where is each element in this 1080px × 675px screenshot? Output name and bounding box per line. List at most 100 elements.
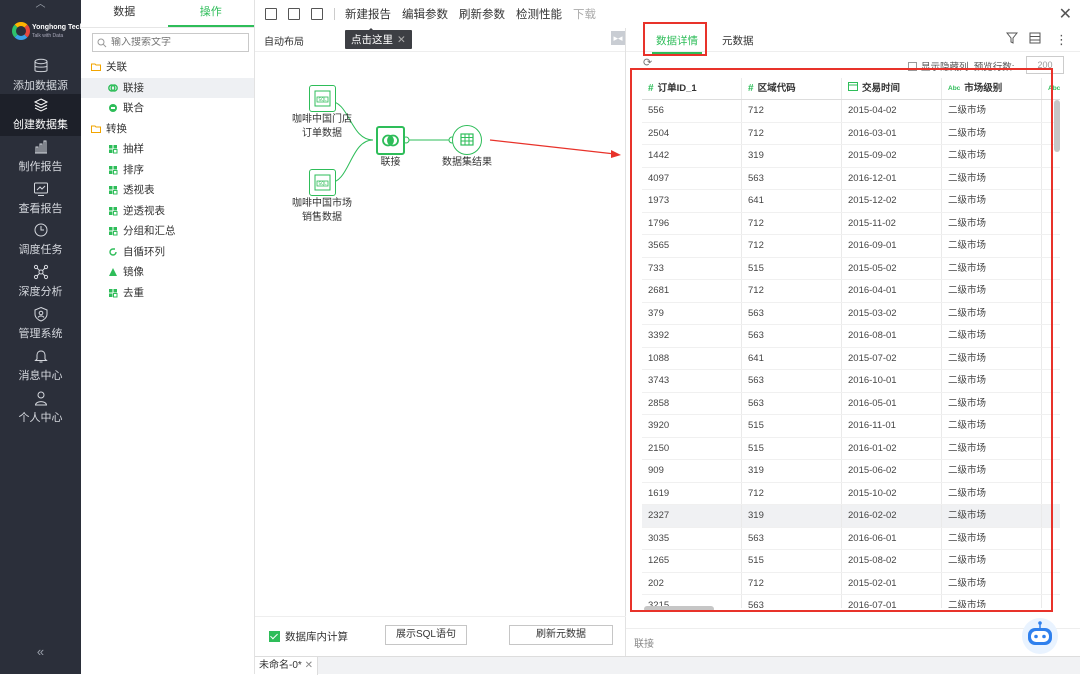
rail-item-bell[interactable]: 消息中心 [0,345,81,387]
assistant-bot-icon[interactable] [1017,616,1063,656]
flow-canvas: 自动布局 点击这里 ✕ ▸◂ SQL 咖啡中国门店 订单数据 SQL 咖啡中国市场… [255,28,626,656]
download-button[interactable]: 下载 [573,6,596,22]
tree-item-mirror[interactable]: 镜像 [81,262,254,283]
brand-logo: Yonghong Tech Talk with Data [10,20,84,48]
result-node[interactable]: 数据集结果 [441,125,493,169]
tree-item-label: 去重 [123,286,144,299]
folder-icon [91,125,101,133]
tree-item-self-loop[interactable]: 自循环列 [81,242,254,263]
rail-item-label: 管理系统 [18,328,63,340]
vertical-scrollbar[interactable] [1054,100,1060,152]
sql-source-icon: SQL [308,85,336,112]
sample-icon [108,144,123,154]
tree-group-transform[interactable]: 转换 [81,119,254,140]
source-node-2[interactable]: SQL 咖啡中国市场 销售数据 [287,169,357,224]
layers-icon [0,97,81,113]
tree-group-relation[interactable]: 关联 [81,57,254,78]
rail-item-layers[interactable]: 创建数据集 [0,94,81,136]
rail-item-label: 消息中心 [18,370,63,382]
search-input[interactable] [111,37,241,48]
rail-item-label: 个人中心 [18,412,63,424]
canvas-footer: 数据库内计算 展示SQL语句 刷新元数据 [255,616,626,656]
edit-params-button[interactable]: 编辑参数 [402,6,448,22]
rail-item-network[interactable]: 深度分析 [0,261,81,303]
new-report-button[interactable]: 新建报告 [345,6,391,22]
collapse-up-icon[interactable]: ︿ [0,0,81,12]
rail-item-database[interactable]: 添加数据源 [0,55,81,97]
annotation-arrowhead [611,150,621,158]
sql-source-icon: SQL [308,169,336,196]
tree-item-unpivot[interactable]: 逆透视表 [81,201,254,222]
new-dataset-icon[interactable] [265,8,277,20]
rail-item-label: 调度任务 [18,244,63,256]
tree-item-pivot[interactable]: 透视表 [81,180,254,201]
tree-item-label: 自循环列 [123,245,165,258]
tree-item-label: 联合 [123,102,144,114]
list-view-icon[interactable] [1029,32,1041,47]
in-db-compute-checkbox[interactable]: 数据库内计算 [269,629,348,644]
document-tab-label: 未命名-0* [259,660,302,671]
collapse-rail-icon[interactable]: « [0,644,81,659]
join-icon [108,83,123,93]
node-label: 销售数据 [302,212,342,223]
tree-item-group-summary[interactable]: 分组和汇总 [81,221,254,242]
check-performance-button[interactable]: 检测性能 [516,6,562,22]
rail-item-label: 创建数据集 [13,119,68,131]
join-icon [376,126,405,155]
brand-tagline: Talk with Data [32,33,64,39]
join-node[interactable]: 联接 [373,126,408,169]
detail-footer-label: 联接 [634,639,654,650]
highlight-frame-tab [643,22,707,56]
svg-text:SQL: SQL [318,181,327,186]
tree-item-sample[interactable]: 抽样 [81,139,254,160]
tree-item-join[interactable]: 联接 [81,77,254,98]
table-result-icon [452,125,482,155]
search-box [92,33,249,52]
rail-item-clock[interactable]: 调度任务 [0,219,81,261]
checkbox-checked-icon [269,631,280,642]
close-icon[interactable]: ✕ [1059,4,1072,24]
rail-item-label: 制作报告 [18,161,63,173]
svg-text:SQL: SQL [318,97,327,102]
show-sql-button[interactable]: 展示SQL语句 [385,625,467,645]
tab-data[interactable]: 数据 [81,0,168,27]
source-node-1[interactable]: SQL 咖啡中国门店 订单数据 [287,85,357,140]
data-detail-panel: 数据详情 元数据 ⋮ ⟳ 显示隐藏列 预览行数: 200 # 订单ID_1 # 区域代… [626,22,1080,656]
union-icon [108,103,123,113]
filter-icon[interactable] [1005,32,1019,47]
refresh-metadata-button[interactable]: 刷新元数据 [509,625,613,645]
tab-close-icon[interactable]: ✕ [305,660,313,671]
tree-item-sort[interactable]: 排序 [81,160,254,181]
rail-item-view-report[interactable]: 查看报告 [0,178,81,220]
tree-item-union[interactable]: 联合 [81,98,254,119]
rail-item-report[interactable]: 制作报告 [0,136,81,178]
sort-icon [108,165,123,175]
highlight-frame-grid [630,68,1053,612]
rail-item-label: 查看报告 [18,203,63,215]
rail-item-user[interactable]: 个人中心 [0,387,81,429]
save-icon[interactable] [288,8,300,20]
tree-item-label: 逆透视表 [123,204,165,217]
tree-item-label: 透视表 [123,184,155,196]
tree-item-label: 分组和汇总 [123,225,176,237]
document-tab[interactable]: 未命名-0* ✕ [255,657,318,675]
save-as-icon[interactable] [311,8,323,20]
node-label: 咖啡中国市场 [292,198,352,209]
network-icon [0,264,81,280]
folder-icon [91,63,101,72]
main-nav-rail: ︿ Yonghong Tech Talk with Data 添加数据源创建数据… [0,0,84,674]
node-label: 数据集结果 [442,157,492,168]
view-report-icon [0,181,81,197]
node-label: 咖啡中国门店 [292,114,352,125]
tab-operations[interactable]: 操作 [167,0,254,27]
tree-item-label: 联接 [123,81,144,94]
tab-metadata[interactable]: 元数据 [722,33,754,48]
rail-item-shield[interactable]: 管理系统 [0,303,81,345]
group-summary-icon [108,226,123,236]
tree-item-label: 排序 [123,163,144,176]
tree-group-label: 关联 [106,61,127,73]
refresh-params-button[interactable]: 刷新参数 [459,6,505,22]
more-options-icon[interactable]: ⋮ [1055,32,1068,48]
tree-group-label: 转换 [106,122,127,135]
tree-item-dedupe[interactable]: 去重 [81,283,254,304]
